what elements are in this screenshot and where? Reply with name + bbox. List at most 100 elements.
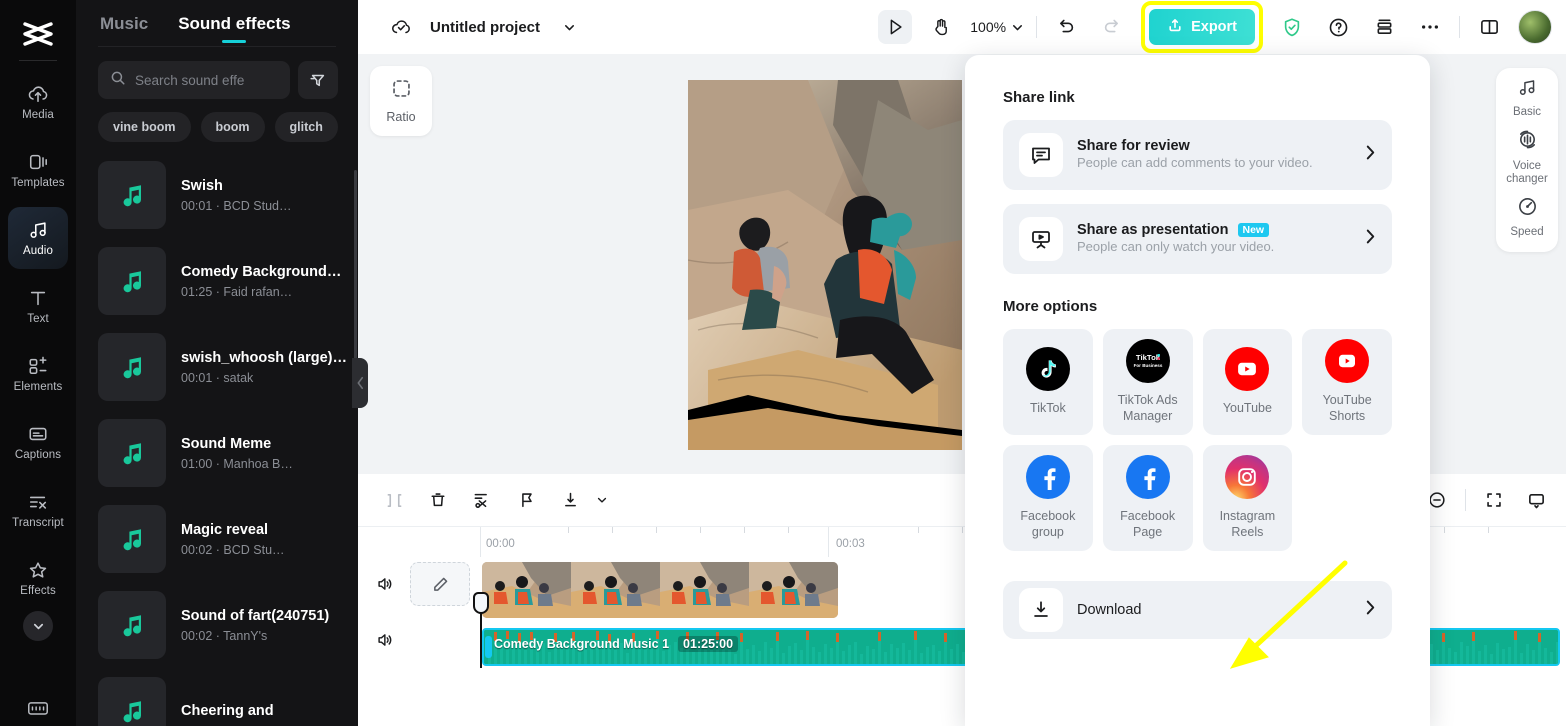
clip-trim-handle[interactable] xyxy=(485,636,492,658)
dock-item-voice-changer[interactable]: Voice changer xyxy=(1498,129,1556,186)
video-clip[interactable] xyxy=(482,562,838,618)
sidebar-item-audio[interactable]: Audio xyxy=(8,207,68,269)
share-for-review-row[interactable]: Share for review People can add comments… xyxy=(1003,120,1392,190)
tag-chip[interactable]: vine boom xyxy=(98,112,191,142)
dock-item-label: Speed xyxy=(1510,226,1544,239)
ratio-button[interactable]: Ratio xyxy=(370,66,432,136)
share-option-label: Facebook group xyxy=(1020,509,1076,539)
sound-subtitle: 01:00 · Manhoa B… xyxy=(181,457,293,472)
hand-icon[interactable] xyxy=(924,10,958,44)
video-thumbnail xyxy=(660,562,749,618)
chevron-left-icon[interactable] xyxy=(352,358,368,408)
share-option-instagram-reels[interactable]: Instagram Reels xyxy=(1202,445,1293,551)
cloud-check-icon[interactable] xyxy=(384,10,418,44)
split-icon[interactable] xyxy=(380,486,408,514)
sidebar-item-elements[interactable]: Elements xyxy=(8,343,68,405)
download-icon[interactable] xyxy=(556,486,584,514)
top-toolbar: Untitled project 100% Export xyxy=(358,0,1566,54)
capcut-logo-icon[interactable] xyxy=(16,12,60,56)
keyboard-icon[interactable] xyxy=(0,698,76,718)
rail-divider xyxy=(19,60,57,61)
comment-bubble-icon xyxy=(1019,133,1063,177)
list-item[interactable]: swish_whoosh (large)… 00:01 · satak xyxy=(76,324,358,410)
list-item[interactable]: Comedy Background… 01:25 · Faid rafan… xyxy=(76,238,358,324)
redo-icon[interactable] xyxy=(1095,10,1129,44)
delete-trash-icon[interactable] xyxy=(424,486,452,514)
stack-icon[interactable] xyxy=(1367,10,1401,44)
library-tabs: Music Sound effects xyxy=(76,0,358,46)
sidebar-item-text[interactable]: Text xyxy=(8,275,68,337)
list-item[interactable]: Sound of fart(240751) 00:02 · TannY's xyxy=(76,582,358,668)
list-item[interactable]: Cheering and xyxy=(76,668,358,726)
tag-chip[interactable]: glitch xyxy=(274,112,338,142)
chevron-down-icon[interactable] xyxy=(552,10,586,44)
upload-icon xyxy=(1167,17,1183,37)
export-button-label: Export xyxy=(1191,19,1237,35)
sidebar-item-label: Captions xyxy=(14,448,62,461)
question-circle-icon[interactable] xyxy=(1321,10,1355,44)
share-link-title: Share link xyxy=(1003,89,1075,106)
list-item[interactable]: Magic reveal 00:02 · BCD Stu… xyxy=(76,496,358,582)
sound-effect-list: Swish 00:01 · BCD Stud… Comedy Backgroun… xyxy=(76,152,358,726)
dock-item-basic[interactable]: Basic xyxy=(1498,78,1556,119)
split-panel-icon[interactable] xyxy=(1472,10,1506,44)
cut-scissors-icon[interactable] xyxy=(468,486,496,514)
share-as-presentation-row[interactable]: Share as presentation New People can onl… xyxy=(1003,204,1392,274)
list-item[interactable]: Sound Meme 01:00 · Manhoa B… xyxy=(76,410,358,496)
video-thumbnail xyxy=(571,562,660,618)
speaker-icon[interactable] xyxy=(358,631,410,649)
export-button[interactable]: Export xyxy=(1149,9,1255,45)
zoom-level-control[interactable]: 100% xyxy=(970,19,1024,35)
sidebar-item-captions[interactable]: Captions xyxy=(8,411,68,473)
sound-title: Swish xyxy=(181,177,223,194)
share-option-facebook-page[interactable]: Facebook Page xyxy=(1102,445,1193,551)
pencil-icon[interactable] xyxy=(410,562,470,606)
share-option-youtube[interactable]: YouTube xyxy=(1202,329,1293,435)
fullscreen-icon[interactable] xyxy=(1480,486,1508,514)
dock-item-label: Basic xyxy=(1512,106,1542,119)
speaker-icon[interactable] xyxy=(358,575,410,593)
search-input[interactable] xyxy=(135,72,278,88)
avatar[interactable] xyxy=(1518,10,1552,44)
tab-sound-effects[interactable]: Sound effects xyxy=(178,14,290,46)
preview-video[interactable] xyxy=(688,80,962,450)
undo-icon[interactable] xyxy=(1049,10,1083,44)
chevron-down-icon[interactable] xyxy=(588,486,616,514)
display-icon[interactable] xyxy=(1522,486,1550,514)
cursor-arrow-icon[interactable] xyxy=(878,10,913,44)
share-option-label: YouTube Shorts xyxy=(1322,393,1372,423)
playhead-knob[interactable] xyxy=(473,592,489,614)
music-note-icon xyxy=(98,419,166,487)
more-dots-icon[interactable] xyxy=(1413,10,1447,44)
sound-subtitle: 00:01 · satak xyxy=(181,371,254,386)
share-option-label: TikTok xyxy=(1030,401,1066,416)
share-option-tiktok[interactable]: TikTok xyxy=(1003,329,1093,435)
tab-music[interactable]: Music xyxy=(100,14,148,46)
music-note-icon xyxy=(98,333,166,401)
sidebar-item-media[interactable]: Media xyxy=(8,71,68,133)
share-option-youtube-shorts[interactable]: YouTube Shorts xyxy=(1302,329,1392,435)
zoom-level-value: 100% xyxy=(970,19,1007,35)
video-thumbnail xyxy=(482,562,571,618)
dock-item-speed[interactable]: Speed xyxy=(1498,196,1556,239)
sound-title: swish_whoosh (large)… xyxy=(181,349,347,366)
tag-chip[interactable]: boom xyxy=(200,112,265,142)
music-note-icon xyxy=(98,591,166,659)
sidebar-item-transcript[interactable]: Transcript xyxy=(8,479,68,541)
shield-check-icon[interactable] xyxy=(1275,10,1309,44)
page-title: Untitled project xyxy=(430,18,541,36)
sidebar-item-templates[interactable]: Templates xyxy=(8,139,68,201)
download-row[interactable]: Download xyxy=(1003,581,1392,639)
list-item[interactable]: Swish 00:01 · BCD Stud… xyxy=(76,152,358,238)
flag-marker-icon[interactable] xyxy=(512,486,540,514)
chevron-down-icon[interactable] xyxy=(23,611,53,641)
playhead[interactable] xyxy=(473,592,489,668)
svg-text:For Business: For Business xyxy=(1133,363,1162,368)
library-scrollbar[interactable] xyxy=(354,170,357,370)
sidebar-item-effects[interactable]: Effects xyxy=(8,547,68,609)
youtube-shorts-icon xyxy=(1325,339,1370,384)
filter-icon[interactable] xyxy=(298,61,338,99)
search-input-wrap[interactable] xyxy=(98,61,290,99)
share-option-facebook-group[interactable]: Facebook group xyxy=(1003,445,1093,551)
share-option-tiktok-ads-manager[interactable]: TikTok For Business TikTok Ads Manager xyxy=(1102,329,1193,435)
